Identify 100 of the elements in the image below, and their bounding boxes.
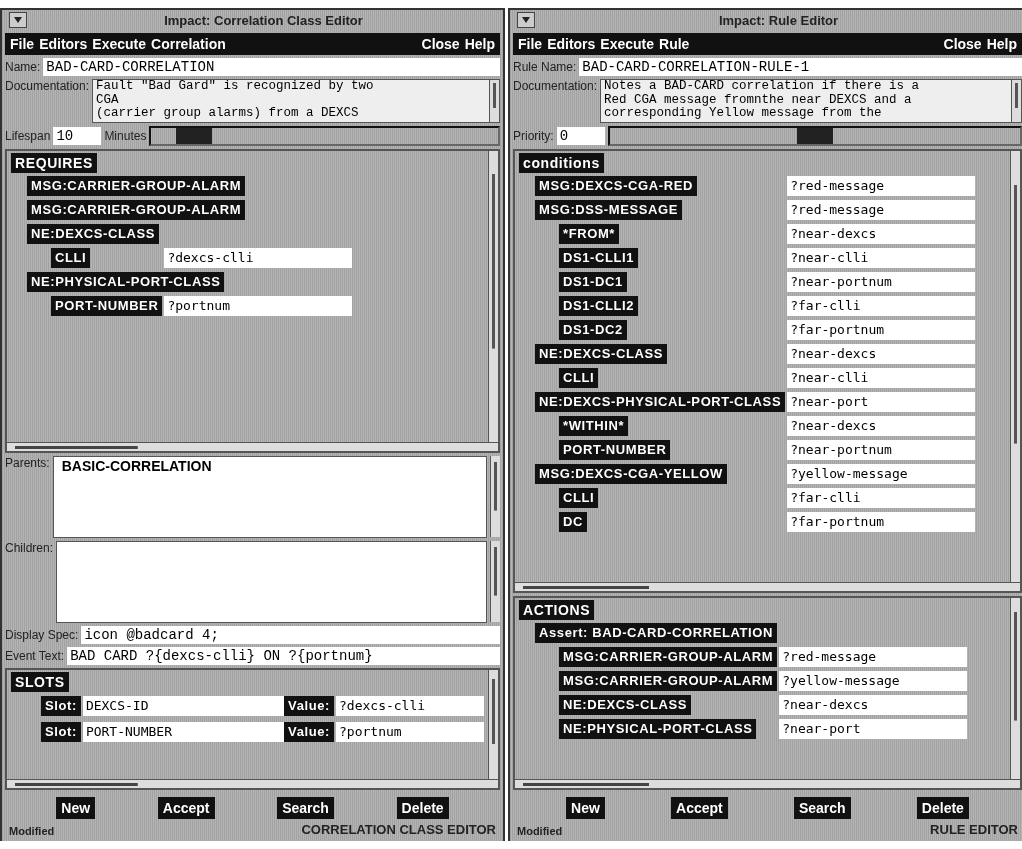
horizontal-scrollbar[interactable] — [515, 582, 1020, 591]
tree-node[interactable]: *FROM* — [559, 224, 619, 244]
window-menu-button[interactable] — [9, 12, 27, 28]
value-field[interactable]: ?near-port — [787, 392, 976, 412]
vertical-scrollbar[interactable] — [1010, 151, 1020, 582]
action-button[interactable]: Delete — [916, 797, 969, 819]
menu-item[interactable]: Execute — [600, 36, 655, 52]
vertical-scrollbar[interactable] — [1010, 598, 1020, 779]
horizontal-scrollbar[interactable] — [7, 442, 498, 451]
value-field[interactable]: ?portnum — [164, 296, 353, 316]
action-button[interactable]: Accept — [157, 797, 215, 819]
tree-node[interactable]: *WITHIN* — [559, 416, 629, 436]
menu-item[interactable]: Editors — [39, 36, 88, 52]
value-field[interactable]: ?red-message — [787, 200, 976, 220]
slider[interactable] — [149, 126, 500, 146]
vertical-scrollbar[interactable] — [490, 456, 500, 537]
value-field[interactable]: ?red-message — [787, 176, 976, 196]
value-field[interactable]: ?yellow-message — [787, 464, 976, 484]
action-button[interactable]: New — [56, 797, 96, 819]
value-field[interactable]: ?yellow-message — [779, 671, 968, 691]
tree-node[interactable]: DS1-DC2 — [559, 320, 627, 340]
action-button[interactable]: New — [566, 797, 605, 819]
slot-field[interactable]: DEXCS-ID — [82, 696, 285, 716]
slider-thumb[interactable] — [796, 128, 833, 144]
value-field[interactable]: ?far-clli — [787, 488, 976, 508]
tree-node[interactable]: MSG:CARRIER-GROUP-ALARM — [27, 176, 246, 196]
action-button[interactable]: Search — [793, 797, 851, 819]
value-field[interactable]: ?far-portnum — [787, 320, 976, 340]
action-button[interactable]: Search — [277, 797, 334, 819]
tree-node[interactable]: CLLI — [559, 368, 599, 388]
value-field[interactable]: ?far-portnum — [787, 512, 976, 532]
vertical-scrollbar[interactable] — [488, 670, 498, 779]
text-field[interactable]: BAD CARD ?{dexcs-clli} ON ?{portnum} — [67, 647, 500, 665]
menu-item[interactable]: File — [518, 36, 543, 52]
tree-node[interactable]: PORT-NUMBER — [559, 440, 671, 460]
slider[interactable] — [607, 126, 1022, 146]
tree-node[interactable]: NE:PHYSICAL-PORT-CLASS — [559, 719, 757, 739]
menu-item[interactable]: Close — [943, 36, 982, 52]
text-field[interactable]: icon @badcard 4; — [81, 626, 500, 644]
value-field[interactable]: ?near-portnum — [787, 272, 976, 292]
menu-item[interactable]: Editors — [547, 36, 596, 52]
action-button[interactable]: Accept — [671, 797, 728, 819]
text-field[interactable]: BAD-CARD-CORRELATION-RULE-1 — [579, 58, 1022, 76]
tree-node[interactable]: MSG:DEXCS-CGA-YELLOW — [535, 464, 727, 484]
tree-node[interactable]: NE:DEXCS-CLASS — [559, 695, 691, 715]
value-field[interactable]: ?near-clli — [787, 248, 976, 268]
vertical-scrollbar[interactable] — [488, 151, 498, 442]
menu-item[interactable]: Rule — [659, 36, 690, 52]
tree-node[interactable]: MSG:DSS-MESSAGE — [535, 200, 682, 220]
text-field[interactable]: BAD-CARD-CORRELATION — [43, 58, 500, 76]
tree-node[interactable]: DC — [559, 512, 587, 532]
tree-node[interactable]: DS1-DC1 — [559, 272, 627, 292]
tree-node[interactable]: Assert: BAD-CARD-CORRELATION — [535, 623, 777, 643]
slot-field[interactable]: PORT-NUMBER — [82, 722, 285, 742]
field-label: Lifespan — [5, 129, 51, 143]
value-field[interactable]: ?red-message — [779, 647, 968, 667]
value-field[interactable]: ?near-portnum — [787, 440, 976, 460]
tree-node[interactable]: NE:DEXCS-CLASS — [27, 224, 159, 244]
value-field[interactable]: ?dexcs-clli — [336, 696, 484, 716]
value-field[interactable]: ?dexcs-clli — [164, 248, 353, 268]
vertical-scrollbar[interactable] — [490, 541, 500, 622]
value-field[interactable]: ?near-port — [779, 719, 968, 739]
value-field[interactable]: ?near-dexcs — [787, 344, 976, 364]
tree-node[interactable]: NE:DEXCS-PHYSICAL-PORT-CLASS — [535, 392, 786, 412]
list-box[interactable] — [56, 541, 487, 623]
tree-node[interactable]: NE:PHYSICAL-PORT-CLASS — [27, 272, 225, 292]
horizontal-scrollbar[interactable] — [515, 779, 1020, 788]
list-box[interactable]: BASIC-CORRELATION — [52, 456, 487, 538]
tree-node[interactable]: NE:DEXCS-CLASS — [535, 344, 667, 364]
tree-node[interactable]: MSG:CARRIER-GROUP-ALARM — [559, 671, 778, 691]
menu-item[interactable]: Correlation — [151, 36, 226, 52]
value-field[interactable]: ?far-clli — [787, 296, 976, 316]
tree-node[interactable]: DS1-CLLI2 — [559, 296, 639, 316]
number-field[interactable]: 10 — [53, 127, 102, 145]
field-label: Parents: — [5, 456, 50, 470]
tree-node[interactable]: MSG:CARRIER-GROUP-ALARM — [559, 647, 778, 667]
horizontal-scrollbar[interactable] — [7, 779, 498, 788]
menu-item[interactable]: Help — [464, 36, 495, 52]
value-field[interactable]: ?near-dexcs — [787, 224, 976, 244]
tree-node[interactable]: MSG:CARRIER-GROUP-ALARM — [27, 200, 246, 220]
menu-item[interactable]: Help — [986, 36, 1017, 52]
value-field[interactable]: ?portnum — [336, 722, 484, 742]
window-menu-button[interactable] — [517, 12, 535, 28]
tree-node[interactable]: MSG:DEXCS-CGA-RED — [535, 176, 697, 196]
field-label: Display Spec: — [5, 628, 79, 642]
menu-item[interactable]: File — [10, 36, 35, 52]
tree-node[interactable]: CLLI — [51, 248, 91, 268]
tree-node[interactable]: CLLI — [559, 488, 599, 508]
value-field[interactable]: ?near-dexcs — [779, 695, 968, 715]
tree-node[interactable]: DS1-CLLI1 — [559, 248, 639, 268]
value-field[interactable]: ?near-dexcs — [787, 416, 976, 436]
number-field[interactable]: 0 — [556, 127, 605, 145]
tree-node[interactable]: PORT-NUMBER — [51, 296, 163, 316]
slider-thumb[interactable] — [176, 128, 213, 144]
value-field[interactable]: ?near-clli — [787, 368, 976, 388]
window-title: Impact: Rule Editor — [717, 12, 840, 28]
menu-item[interactable]: Execute — [92, 36, 147, 52]
action-button[interactable]: Delete — [396, 797, 449, 819]
menu-item[interactable]: Close — [421, 36, 460, 52]
list-item[interactable]: BASIC-CORRELATION — [53, 457, 486, 475]
